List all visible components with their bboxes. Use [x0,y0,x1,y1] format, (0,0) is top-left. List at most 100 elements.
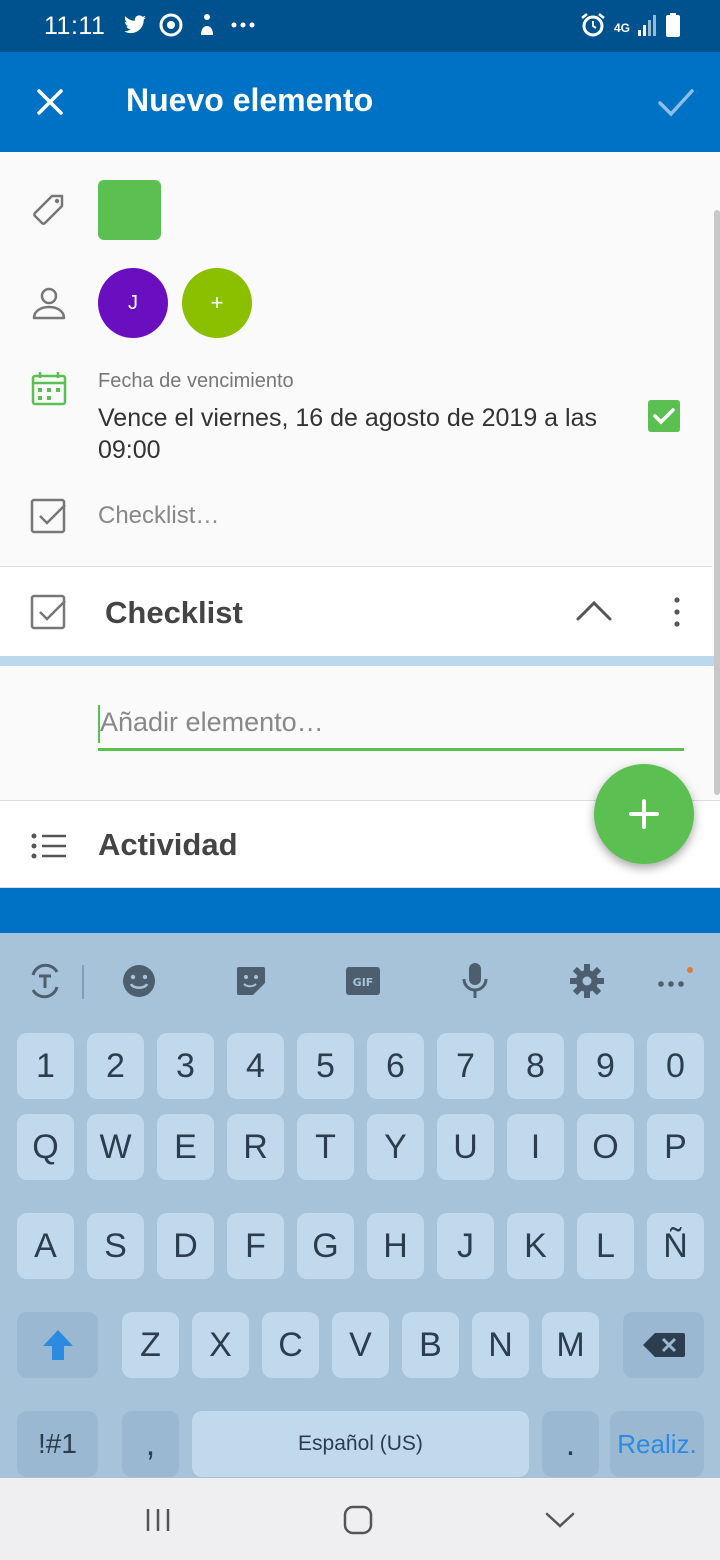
key-enye[interactable]: Ñ [647,1213,704,1279]
key-n[interactable]: N [472,1312,529,1378]
battery-icon [666,13,680,42]
person-icon [28,282,70,324]
color-swatch[interactable] [98,180,161,240]
done-key[interactable]: Realiz. [610,1411,704,1477]
key-c[interactable]: C [262,1312,319,1378]
microphone-icon[interactable] [455,961,495,1001]
key-y[interactable]: Y [367,1114,424,1180]
emoji-icon[interactable] [119,961,159,1001]
key-o[interactable]: O [577,1114,634,1180]
tag-icon [28,188,70,230]
add-item-input[interactable]: Añadir elemento… [98,697,684,751]
more-notifications-icon [230,10,256,40]
plus-icon [629,799,659,829]
add-fab-button[interactable] [594,764,694,864]
due-date-checkbox[interactable] [648,400,680,432]
shift-key[interactable] [17,1312,98,1378]
back-chevron-icon[interactable] [540,1500,580,1540]
key-k[interactable]: K [507,1213,564,1279]
gif-icon[interactable]: GIF [343,961,383,1001]
translate-icon[interactable] [25,961,65,1001]
scrollbar[interactable] [714,210,720,795]
checklist-field[interactable]: Checklist… [98,502,219,530]
key-f[interactable]: F [227,1213,284,1279]
svg-text:GIF: GIF [353,976,374,989]
key-x[interactable]: X [192,1312,249,1378]
key-e[interactable]: E [157,1114,214,1180]
backspace-icon [642,1333,685,1357]
key-m[interactable]: M [542,1312,599,1378]
key-v[interactable]: V [332,1312,389,1378]
checklist-icon [28,592,70,634]
key-s[interactable]: S [87,1213,144,1279]
checklist-title: Checklist [105,595,243,630]
key-7[interactable]: 7 [437,1033,494,1099]
backspace-key[interactable] [623,1312,704,1378]
shift-arrow-icon [42,1330,73,1360]
key-u[interactable]: U [437,1114,494,1180]
key-r[interactable]: R [227,1114,284,1180]
key-2[interactable]: 2 [87,1033,144,1099]
status-bar: 11:11 4G [0,0,720,52]
status-time: 11:11 [44,12,106,40]
notification-icons [122,10,256,40]
checklist-header: Checklist [0,566,712,658]
lifebuoy-icon [158,10,184,40]
key-9[interactable]: 9 [577,1033,634,1099]
key-a[interactable]: A [17,1213,74,1279]
space-key[interactable]: Español (US) [192,1411,529,1477]
list-icon [28,825,70,867]
more-icon[interactable] [653,961,693,1001]
collapse-chevron-icon[interactable] [575,597,613,628]
key-i[interactable]: I [507,1114,564,1180]
key-5[interactable]: 5 [297,1033,354,1099]
more-options-icon[interactable] [670,595,684,634]
accessibility-icon [194,10,220,40]
period-key[interactable]: . [542,1411,599,1477]
key-4[interactable]: 4 [227,1033,284,1099]
signal-icon [638,14,658,41]
system-icons: 4G [580,12,680,43]
navigation-bar [0,1478,720,1560]
key-d[interactable]: D [157,1213,214,1279]
close-icon[interactable] [28,80,72,124]
symbols-key[interactable]: !#1 [17,1411,98,1477]
key-j[interactable]: J [437,1213,494,1279]
key-z[interactable]: Z [122,1312,179,1378]
recent-apps-icon[interactable] [138,1500,178,1540]
toolbar-separator [82,965,84,999]
key-1[interactable]: 1 [17,1033,74,1099]
key-t[interactable]: T [297,1114,354,1180]
network-4g-icon: 4G [613,20,630,35]
checkbox-icon [28,496,70,538]
keyboard-accessory-bar [0,888,720,933]
key-l[interactable]: L [577,1213,634,1279]
add-assignee-button[interactable]: + [182,268,252,338]
add-item-placeholder: Añadir elemento… [100,707,324,737]
key-q[interactable]: Q [17,1114,74,1180]
home-icon[interactable] [338,1500,378,1540]
due-date-label: Fecha de vencimiento [98,370,294,392]
keyboard: GIF 1 2 3 4 5 6 7 8 9 0 Q W E R T Y U I … [0,933,720,1478]
app-bar: Nuevo elemento [0,52,720,152]
comma-key[interactable]: , [122,1411,179,1477]
twitter-icon [122,10,148,40]
calendar-icon [28,368,70,410]
key-6[interactable]: 6 [367,1033,424,1099]
key-b[interactable]: B [402,1312,459,1378]
key-w[interactable]: W [87,1114,144,1180]
key-g[interactable]: G [297,1213,354,1279]
alarm-icon [580,12,606,43]
key-8[interactable]: 8 [507,1033,564,1099]
section-divider [0,656,720,666]
sticker-icon[interactable] [231,961,271,1001]
save-check-icon[interactable] [654,80,698,124]
key-p[interactable]: P [647,1114,704,1180]
key-h[interactable]: H [367,1213,424,1279]
keyboard-toolbar: GIF [0,933,720,1023]
avatar[interactable]: J [98,268,168,338]
key-3[interactable]: 3 [157,1033,214,1099]
key-0[interactable]: 0 [647,1033,704,1099]
settings-gear-icon[interactable] [567,961,607,1001]
due-date-value[interactable]: Vence el viernes, 16 de agosto de 2019 a… [98,402,608,466]
